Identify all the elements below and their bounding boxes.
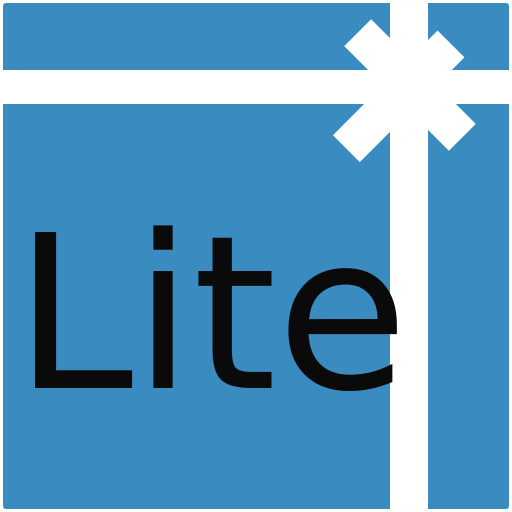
lite-label: Lite <box>14 190 409 439</box>
app-icon: Lite <box>0 0 512 512</box>
